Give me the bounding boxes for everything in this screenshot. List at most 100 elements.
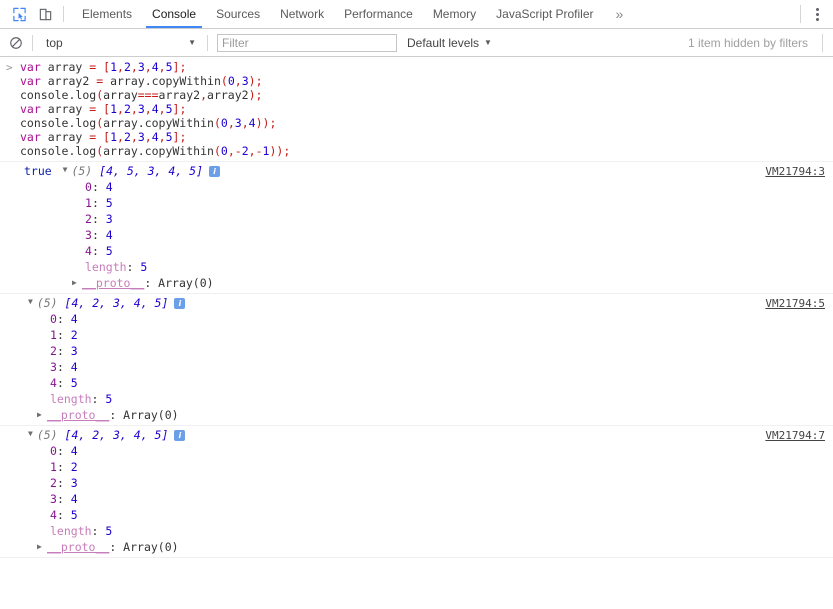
inspect-element-icon[interactable]	[6, 2, 32, 26]
disclosure-triangle-icon[interactable]: ▼	[28, 426, 33, 442]
code-token: copyWithin	[144, 144, 214, 158]
console-output-header[interactable]: ▼ (5) [4, 2, 3, 4, 5] i	[0, 427, 833, 443]
tab-network-label: Network	[280, 7, 325, 21]
tab-performance[interactable]: Performance	[334, 0, 423, 28]
array-length-label: (5)	[36, 296, 65, 310]
property-key: 4	[85, 244, 92, 258]
kebab-dot	[815, 12, 819, 16]
code-token: 3	[137, 102, 145, 116]
object-property-row[interactable]: 4: 5	[0, 507, 833, 523]
tab-memory-label: Memory	[432, 7, 477, 21]
code-token: (	[213, 144, 221, 158]
code-token: var	[20, 102, 41, 116]
object-property-row[interactable]: 1: 2	[0, 327, 833, 343]
disclosure-triangle-icon[interactable]: ▼	[63, 162, 68, 178]
toolbar-divider	[32, 34, 33, 51]
tab-network[interactable]: Network	[270, 0, 334, 28]
code-token: 2	[241, 144, 249, 158]
code-token: console	[20, 116, 69, 130]
object-property-row[interactable]: 3: 4	[0, 359, 833, 375]
code-token: 0	[220, 144, 228, 158]
log-levels-selector[interactable]: Default levels ▼	[401, 33, 498, 53]
code-token: array	[47, 60, 83, 74]
object-property-row[interactable]: 2: 3	[0, 343, 833, 359]
proto-property-row[interactable]: ▶ __proto__: Array(0)	[0, 407, 833, 423]
length-property-row[interactable]: length: 5	[0, 523, 833, 539]
object-property-row[interactable]: 3: 4	[0, 491, 833, 507]
hidden-items-message: 1 item hidden by filters	[687, 35, 808, 50]
device-toolbar-icon[interactable]	[32, 2, 58, 26]
console-output-message[interactable]: VM21794:3 true ▼ (5) [4, 5, 3, 4, 5] i 0: 41…	[0, 162, 833, 294]
clear-console-icon[interactable]	[5, 32, 27, 54]
code-token: .	[144, 74, 152, 88]
tab-console[interactable]: Console	[142, 0, 206, 28]
console-output-header[interactable]: ▼ (5) [4, 2, 3, 4, 5] i	[0, 295, 833, 311]
disclosure-triangle-icon[interactable]: ▶	[72, 275, 82, 291]
object-property-row[interactable]: 0: 4	[0, 179, 833, 195]
property-key: 2	[50, 344, 57, 358]
property-separator: :	[56, 460, 71, 474]
property-separator: :	[91, 228, 106, 242]
object-property-row[interactable]: 1: 2	[0, 459, 833, 475]
code-token: array	[47, 102, 83, 116]
console-input-line: console.log(array.copyWithin(0,3,4));	[20, 116, 290, 130]
property-separator: :	[91, 196, 106, 210]
object-property-row[interactable]: 2: 3	[0, 475, 833, 491]
object-property-row[interactable]: 4: 5	[0, 243, 833, 259]
code-token: ,	[144, 130, 152, 144]
tab-elements[interactable]: Elements	[72, 0, 142, 28]
disclosure-triangle-icon[interactable]: ▼	[28, 294, 33, 310]
info-icon[interactable]: i	[174, 297, 186, 309]
console-message-list[interactable]: > var array = [1,2,3,4,5]; var array2 = a…	[0, 57, 833, 609]
code-token: var	[20, 130, 41, 144]
more-options-icon[interactable]	[807, 3, 827, 25]
property-value: 3	[105, 212, 113, 226]
object-property-row[interactable]: 3: 4	[0, 227, 833, 243]
more-tabs-icon[interactable]: »	[604, 0, 636, 28]
info-icon[interactable]: i	[174, 429, 186, 441]
console-input-line: console.log(array.copyWithin(0,-2,-1));	[20, 144, 290, 158]
property-key: 2	[85, 212, 92, 226]
code-token: ;	[283, 144, 291, 158]
console-input-message[interactable]: > var array = [1,2,3,4,5]; var array2 = a…	[0, 57, 833, 162]
console-output-message[interactable]: VM21794:7 ▼ (5) [4, 2, 3, 4, 5] i 0: 4 1: 2 2:…	[0, 426, 833, 558]
source-location-link[interactable]: VM21794:5	[765, 297, 825, 310]
toolbar-divider	[63, 6, 64, 22]
code-token: 3	[137, 130, 145, 144]
object-property-row[interactable]: 0: 4	[0, 443, 833, 459]
execution-context-selector[interactable]: top ▼	[38, 33, 202, 53]
source-location-link[interactable]: VM21794:3	[765, 165, 825, 178]
tab-javascript-profiler[interactable]: JavaScript Profiler	[486, 0, 603, 28]
disclosure-triangle-icon[interactable]: ▶	[37, 539, 47, 555]
source-location-link[interactable]: VM21794:7	[765, 429, 825, 442]
object-property-row[interactable]: 0: 4	[0, 311, 833, 327]
code-token: console	[20, 144, 69, 158]
array-length-label: (5)	[71, 164, 100, 178]
array-preview: [4, 5, 3, 4, 5]	[99, 164, 204, 178]
object-property-row[interactable]: 4: 5	[0, 375, 833, 391]
object-property-row[interactable]: 2: 3	[0, 211, 833, 227]
filter-input[interactable]	[217, 33, 397, 52]
property-value: 4	[70, 360, 78, 374]
property-value: 4	[105, 228, 113, 242]
length-property-row[interactable]: length: 5	[0, 391, 833, 407]
object-property-row[interactable]: 1: 5	[0, 195, 833, 211]
info-icon[interactable]: i	[209, 165, 221, 177]
code-token: ,	[227, 144, 235, 158]
proto-property-row[interactable]: ▶ __proto__: Array(0)	[0, 539, 833, 555]
code-token: 2	[123, 102, 131, 116]
code-token: array	[110, 74, 145, 88]
tab-sources[interactable]: Sources	[206, 0, 270, 28]
tab-memory[interactable]: Memory	[423, 0, 486, 28]
code-token: ,	[144, 60, 152, 74]
console-output-message[interactable]: VM21794:5 ▼ (5) [4, 2, 3, 4, 5] i 0: 4 1: 2 2:…	[0, 294, 833, 426]
array-preview: [4, 2, 3, 4, 5]	[64, 296, 169, 310]
array-preview: [4, 2, 3, 4, 5]	[64, 428, 169, 442]
length-property-row[interactable]: length: 5	[0, 259, 833, 275]
property-key: 4	[50, 376, 57, 390]
property-value: 5	[105, 524, 113, 538]
disclosure-triangle-icon[interactable]: ▶	[37, 407, 47, 423]
proto-property-row[interactable]: ▶ __proto__: Array(0)	[0, 275, 833, 291]
console-output-header[interactable]: true ▼ (5) [4, 5, 3, 4, 5] i	[0, 163, 833, 179]
